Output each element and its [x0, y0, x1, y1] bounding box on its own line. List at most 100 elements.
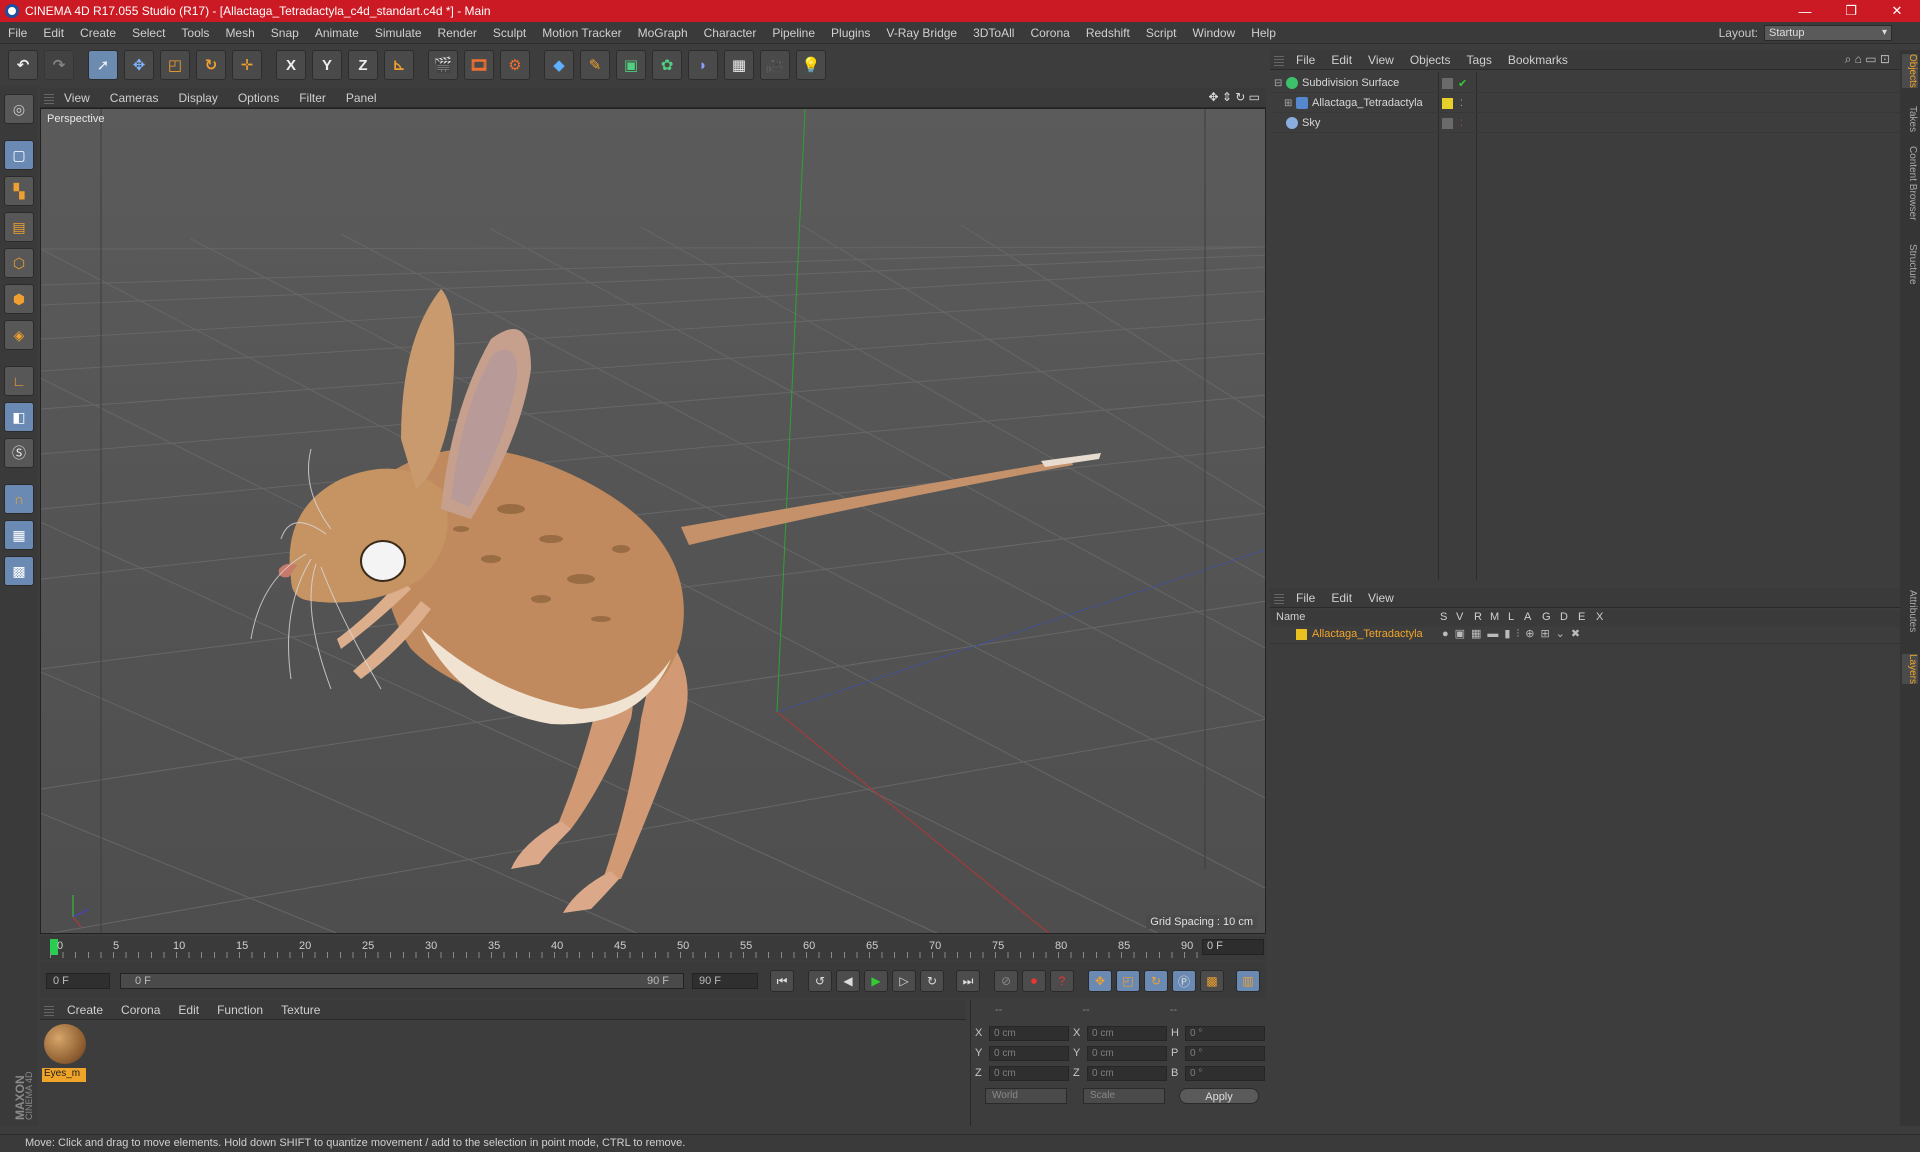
- tweak-mode-icon[interactable]: ◧: [4, 402, 34, 432]
- keyframe-selection-icon[interactable]: ?: [1050, 970, 1074, 992]
- key-pla-icon[interactable]: ▩: [1200, 970, 1224, 992]
- menu-mesh[interactable]: Mesh: [217, 26, 262, 40]
- coordinate-system-icon[interactable]: ⊾: [384, 50, 414, 80]
- y-axis-lock-button[interactable]: Y: [312, 50, 342, 80]
- tab-content-browser[interactable]: Content Browser: [1902, 146, 1918, 220]
- close-button[interactable]: ✕: [1874, 0, 1920, 22]
- panel-grip-icon[interactable]: [1274, 591, 1284, 604]
- rotate-tool-icon[interactable]: ↻: [196, 50, 226, 80]
- object-name[interactable]: Subdivision Surface: [1302, 77, 1399, 89]
- select-tool-icon[interactable]: ➚: [88, 50, 118, 80]
- object-row[interactable]: ⊟ Subdivision Surface ✔: [1270, 74, 1900, 93]
- tab-layers[interactable]: Layers: [1902, 654, 1918, 685]
- key-position-icon[interactable]: ✥: [1088, 970, 1112, 992]
- go-to-end-icon[interactable]: ⏭: [956, 970, 980, 992]
- menu-animate[interactable]: Animate: [307, 26, 367, 40]
- solo-mode-icon[interactable]: Ⓢ: [4, 438, 34, 468]
- menu-mograph[interactable]: MoGraph: [630, 26, 696, 40]
- previous-key-icon[interactable]: ↺: [808, 970, 832, 992]
- size-z-field[interactable]: 0 cm: [1087, 1065, 1167, 1081]
- menu-create[interactable]: Create: [72, 26, 124, 40]
- material-menu-edit[interactable]: Edit: [169, 1003, 208, 1017]
- object-menu-file[interactable]: File: [1288, 53, 1323, 67]
- tab-attributes[interactable]: Attributes: [1902, 590, 1918, 632]
- collapse-icon[interactable]: ⊟: [1274, 78, 1282, 89]
- layer-menu-edit[interactable]: Edit: [1323, 591, 1360, 605]
- deformer-icon[interactable]: ◗: [688, 50, 718, 80]
- object-manager-search-icons[interactable]: ⌕ ⌂ ▭ ⊡: [1845, 52, 1890, 67]
- material-name-label[interactable]: Eyes_m: [42, 1068, 86, 1082]
- subdivision-surface-icon[interactable]: ▣: [616, 50, 646, 80]
- apply-button[interactable]: Apply: [1179, 1088, 1259, 1104]
- texture-mode-icon[interactable]: ▚: [4, 176, 34, 206]
- quantize-icon[interactable]: ▩: [4, 556, 34, 586]
- menu-file[interactable]: File: [0, 26, 35, 40]
- object-menu-view[interactable]: View: [1360, 53, 1402, 67]
- edges-mode-icon[interactable]: ⬢: [4, 284, 34, 314]
- previous-frame-icon[interactable]: ◀: [836, 970, 860, 992]
- object-name[interactable]: Sky: [1302, 117, 1320, 129]
- coordinate-mode-dropdown[interactable]: Scale: [1083, 1088, 1165, 1104]
- render-view-icon[interactable]: 🎬: [428, 50, 458, 80]
- cube-primitive-icon[interactable]: ◆: [544, 50, 574, 80]
- menu-3dtoall[interactable]: 3DToAll: [965, 26, 1022, 40]
- object-name[interactable]: Allactaga_Tetradactyla: [1312, 97, 1423, 109]
- 3d-viewport[interactable]: Perspective Grid Spacing : 10 cm: [40, 108, 1266, 934]
- menu-edit[interactable]: Edit: [35, 26, 72, 40]
- spline-pen-icon[interactable]: ✎: [580, 50, 610, 80]
- menu-vray-bridge[interactable]: V-Ray Bridge: [878, 26, 965, 40]
- undo-icon[interactable]: ↶: [8, 50, 38, 80]
- model-mode-icon[interactable]: ▢: [4, 140, 34, 170]
- layer-row[interactable]: Allactaga_Tetradactyla ●▣▦▬▮⫶⊕⊞⌄✖: [1270, 626, 1900, 644]
- material-menu-texture[interactable]: Texture: [272, 1003, 329, 1017]
- tab-takes[interactable]: Takes: [1902, 106, 1918, 132]
- points-mode-icon[interactable]: ⬡: [4, 248, 34, 278]
- axis-mode-icon[interactable]: ∟: [4, 366, 34, 396]
- position-y-field[interactable]: 0 cm: [989, 1045, 1069, 1061]
- visibility-dots-icon[interactable]: ⁚: [1460, 98, 1463, 109]
- snap-magnet-icon[interactable]: ∩: [4, 484, 34, 514]
- layer-name[interactable]: Allactaga_Tetradactyla: [1312, 628, 1423, 640]
- next-key-icon[interactable]: ↻: [920, 970, 944, 992]
- x-axis-lock-button[interactable]: X: [276, 50, 306, 80]
- menu-select[interactable]: Select: [124, 26, 173, 40]
- scale-tool-icon[interactable]: ◰: [160, 50, 190, 80]
- object-row[interactable]: ⊞ Allactaga_Tetradactyla ⁚: [1270, 94, 1900, 113]
- viewport-menu-panel[interactable]: Panel: [336, 91, 387, 105]
- object-menu-objects[interactable]: Objects: [1402, 53, 1459, 67]
- current-frame-field[interactable]: 0 F: [1202, 939, 1264, 955]
- rotation-p-field[interactable]: 0 °: [1185, 1045, 1265, 1061]
- play-forward-icon[interactable]: ▶: [864, 970, 888, 992]
- polygons-mode-icon[interactable]: ◈: [4, 320, 34, 350]
- panel-grip-icon[interactable]: [44, 91, 54, 104]
- menu-pipeline[interactable]: Pipeline: [764, 26, 823, 40]
- object-menu-edit[interactable]: Edit: [1323, 53, 1360, 67]
- end-frame-field[interactable]: 90 F: [692, 973, 758, 989]
- viewport-menu-cameras[interactable]: Cameras: [100, 91, 169, 105]
- position-z-field[interactable]: 0 cm: [989, 1065, 1069, 1081]
- layer-color-icon[interactable]: [1442, 97, 1453, 109]
- make-editable-icon[interactable]: ◎: [4, 94, 34, 124]
- viewport-menu-options[interactable]: Options: [228, 91, 289, 105]
- menu-sculpt[interactable]: Sculpt: [485, 26, 534, 40]
- size-y-field[interactable]: 0 cm: [1087, 1045, 1167, 1061]
- viewport-menu-display[interactable]: Display: [168, 91, 227, 105]
- rotation-h-field[interactable]: 0 °: [1185, 1025, 1265, 1041]
- menu-tools[interactable]: Tools: [173, 26, 217, 40]
- layer-menu-view[interactable]: View: [1360, 591, 1402, 605]
- minimize-button[interactable]: —: [1782, 0, 1828, 22]
- record-keys-icon[interactable]: ⊘: [994, 970, 1018, 992]
- position-x-field[interactable]: 0 cm: [989, 1025, 1069, 1041]
- maximize-button[interactable]: ❐: [1828, 0, 1874, 22]
- object-menu-bookmarks[interactable]: Bookmarks: [1500, 53, 1576, 67]
- menu-snap[interactable]: Snap: [263, 26, 307, 40]
- move-tool-icon[interactable]: ✥: [124, 50, 154, 80]
- workplane-lock-icon[interactable]: ▦: [4, 520, 34, 550]
- render-picture-viewer-icon[interactable]: 🎞: [464, 50, 494, 80]
- material-menu-corona[interactable]: Corona: [112, 1003, 169, 1017]
- menu-help[interactable]: Help: [1243, 26, 1284, 40]
- tab-structure[interactable]: Structure: [1902, 244, 1918, 285]
- object-row[interactable]: Sky ⁚: [1270, 114, 1900, 133]
- cloner-icon[interactable]: ✿: [652, 50, 682, 80]
- timeline-ruler[interactable]: 0 5 10 15 20 25 30 35 40 45 50 55 60 65 …: [40, 936, 1266, 960]
